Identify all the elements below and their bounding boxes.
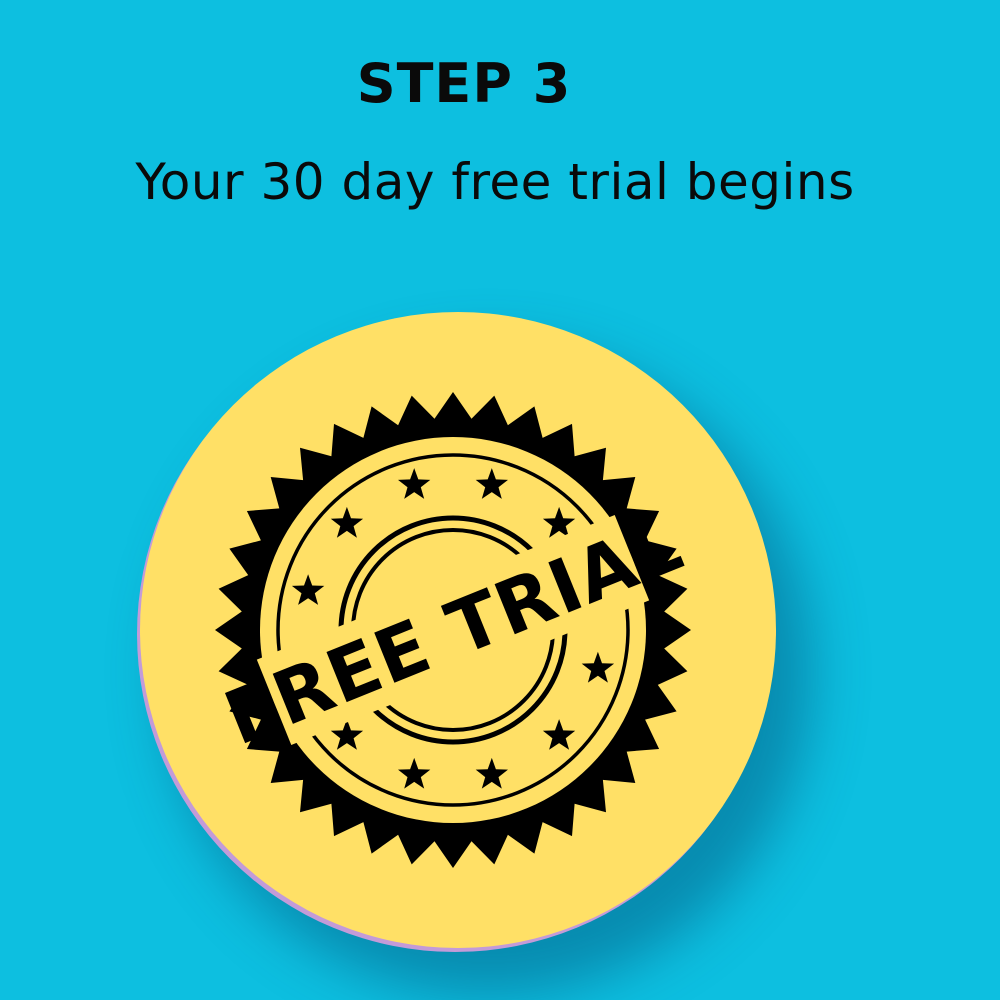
free-trial-seal-icon: FREE TRIAL bbox=[213, 392, 694, 868]
